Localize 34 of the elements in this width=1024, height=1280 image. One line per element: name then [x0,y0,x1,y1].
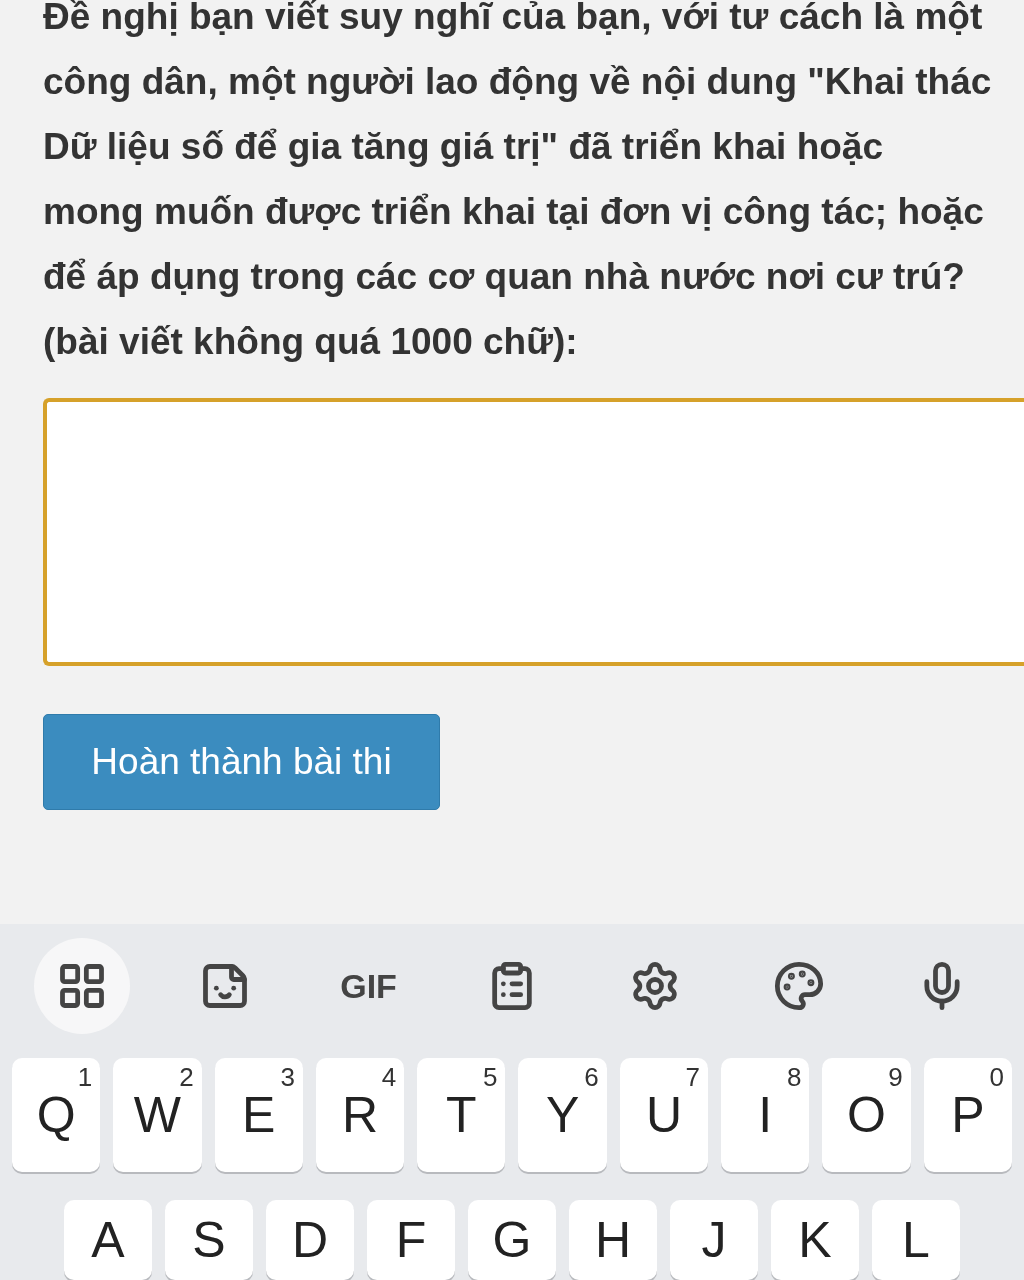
key[interactable]: Q 1 [12,1058,101,1172]
submit-button[interactable]: Hoàn thành bài thi [43,714,440,810]
key[interactable]: U 7 [619,1058,709,1172]
key-hint: 7 [685,1062,701,1093]
key[interactable]: I 8 [721,1058,810,1172]
gif-button[interactable]: GIF [320,938,417,1034]
key[interactable]: H [569,1200,657,1280]
key-hint: 5 [483,1062,498,1093]
key[interactable]: D [266,1200,354,1280]
key[interactable]: F [367,1200,455,1280]
key[interactable]: T 5 [417,1058,506,1172]
key-hint: 1 [77,1062,93,1093]
key-hint: 6 [584,1062,599,1093]
key[interactable]: E 3 [214,1058,303,1172]
palette-icon [772,960,825,1012]
key-hint: 4 [381,1062,397,1093]
key[interactable]: J [670,1200,758,1280]
key[interactable]: R 4 [315,1058,405,1172]
key[interactable]: O 9 [822,1058,911,1172]
key[interactable]: Y 6 [518,1058,607,1172]
key[interactable]: G [468,1200,556,1280]
key[interactable]: A [64,1200,152,1280]
key[interactable]: L [872,1200,960,1280]
key-hint: 9 [888,1062,903,1093]
key-hint: 8 [786,1062,802,1093]
key[interactable]: W 2 [113,1058,202,1172]
key-hint: 2 [179,1062,194,1093]
key[interactable]: S [165,1200,253,1280]
question-text: Đề nghị bạn viết suy nghĩ của bạn, với tư cách là một công dân, một người lao động về nội dung "Khai thác Dữ liệu số để gia tăng giá trị" đã triển khai hoặc mong muốn được triển khai tại đơn vị công tác; hoặc để áp dụng trong các cơ quan nhà nước nơi cư trú? (bài viết không quá 1000 chữ): [43,0,993,364]
key[interactable]: K [771,1200,859,1280]
key-hint: 0 [989,1062,1004,1093]
answer-field[interactable] [43,398,1024,666]
key-hint: 3 [280,1062,295,1093]
key[interactable]: P 0 [923,1058,1012,1172]
